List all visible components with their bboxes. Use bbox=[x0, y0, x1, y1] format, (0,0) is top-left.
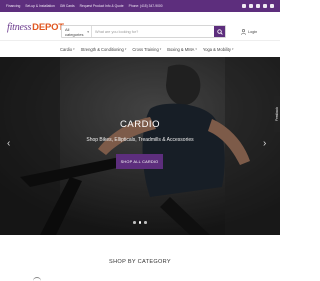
hero-carousel: CARDIO Shop Bikes, Ellipticals, Treadmil… bbox=[0, 57, 280, 235]
nav-item-yoga-mobility[interactable]: Yoga & Mobility ▾ bbox=[203, 47, 234, 52]
nav-item-cardio[interactable]: Cardio ▾ bbox=[60, 47, 75, 52]
request-quote-link[interactable]: Request Product Info & Quote bbox=[80, 4, 124, 8]
instagram-icon[interactable] bbox=[249, 4, 253, 8]
feedback-label: Feedback bbox=[275, 107, 279, 121]
youtube-icon[interactable] bbox=[256, 4, 260, 8]
chevron-down-icon: ▾ bbox=[124, 47, 127, 51]
chevron-down-icon: ▾ bbox=[231, 47, 234, 51]
login-label: Login bbox=[248, 29, 258, 34]
twitter-icon[interactable] bbox=[263, 4, 267, 8]
nav-item-label: Boxing & MMA bbox=[167, 46, 195, 52]
site-logo[interactable]: fitness DEPOT bbox=[7, 21, 64, 33]
nav-item-label: Cardio bbox=[60, 46, 73, 52]
chevron-down-icon: ▾ bbox=[73, 47, 75, 51]
hero-title: CARDIO bbox=[120, 119, 160, 130]
nav-item-strength-conditioning[interactable]: Strength & Conditioning ▾ bbox=[81, 47, 127, 52]
category-image-peek bbox=[33, 277, 41, 281]
carousel-dots bbox=[0, 221, 280, 224]
facebook-icon[interactable] bbox=[242, 4, 246, 8]
nav-item-label: Strength & Conditioning bbox=[80, 46, 124, 52]
chevron-down-icon: ▾ bbox=[159, 47, 162, 51]
carousel-prev-arrow[interactable]: ‹ bbox=[7, 139, 10, 149]
shop-all-cardio-button[interactable]: SHOP ALL CARDIO bbox=[116, 154, 163, 169]
gift-cards-link[interactable]: Gift Cards bbox=[60, 4, 75, 8]
category-select[interactable]: All categories ▾ bbox=[62, 26, 92, 37]
nav-item-label: Cross Training bbox=[132, 46, 159, 52]
search-bar: All categories ▾ bbox=[61, 25, 226, 38]
social-links bbox=[242, 4, 274, 8]
search-icon bbox=[216, 28, 223, 35]
site-header: fitness DEPOT All categories ▾ Login bbox=[0, 12, 280, 40]
nav-item-label: Yoga & Mobility bbox=[202, 46, 231, 52]
carousel-dot-3[interactable] bbox=[144, 221, 147, 224]
search-button[interactable] bbox=[214, 26, 225, 37]
phone-link[interactable]: Phone: (415) 347-9000 bbox=[129, 4, 163, 8]
shop-by-category-section: SHOP BY CATEGORY bbox=[0, 235, 280, 280]
user-icon bbox=[241, 28, 246, 35]
nav-item-cross-training[interactable]: Cross Training ▾ bbox=[132, 47, 161, 52]
carousel-next-arrow[interactable]: › bbox=[263, 139, 266, 149]
utility-links: Financing Set-up & Installation Gift Car… bbox=[6, 4, 163, 8]
chevron-down-icon: ▾ bbox=[87, 29, 89, 34]
search-input[interactable] bbox=[92, 26, 214, 37]
nav-item-boxing-mma[interactable]: Boxing & MMA ▾ bbox=[167, 47, 197, 52]
carousel-dot-2[interactable] bbox=[138, 221, 142, 224]
shop-by-category-heading: SHOP BY CATEGORY bbox=[109, 259, 171, 265]
hero-background-image bbox=[0, 57, 280, 235]
logo-fitness-text: fitness bbox=[7, 21, 32, 33]
chevron-down-icon: ▾ bbox=[195, 47, 197, 51]
hero-subtitle: Shop Bikes, Ellipticals, Treadmills & Ac… bbox=[86, 137, 194, 143]
login-link[interactable]: Login bbox=[241, 26, 257, 37]
top-utility-bar: Financing Set-up & Installation Gift Car… bbox=[0, 0, 280, 12]
main-nav: Cardio ▾ Strength & Conditioning ▾ Cross… bbox=[0, 40, 280, 57]
logo-depot-text: DEPOT bbox=[32, 21, 64, 33]
carousel-dot-1[interactable] bbox=[133, 221, 136, 224]
feedback-tab[interactable]: Feedback bbox=[274, 96, 280, 132]
financing-link[interactable]: Financing bbox=[6, 4, 20, 8]
category-select-value: All categories bbox=[65, 26, 84, 37]
setup-installation-link[interactable]: Set-up & Installation bbox=[25, 4, 55, 8]
linkedin-icon[interactable] bbox=[270, 4, 274, 8]
